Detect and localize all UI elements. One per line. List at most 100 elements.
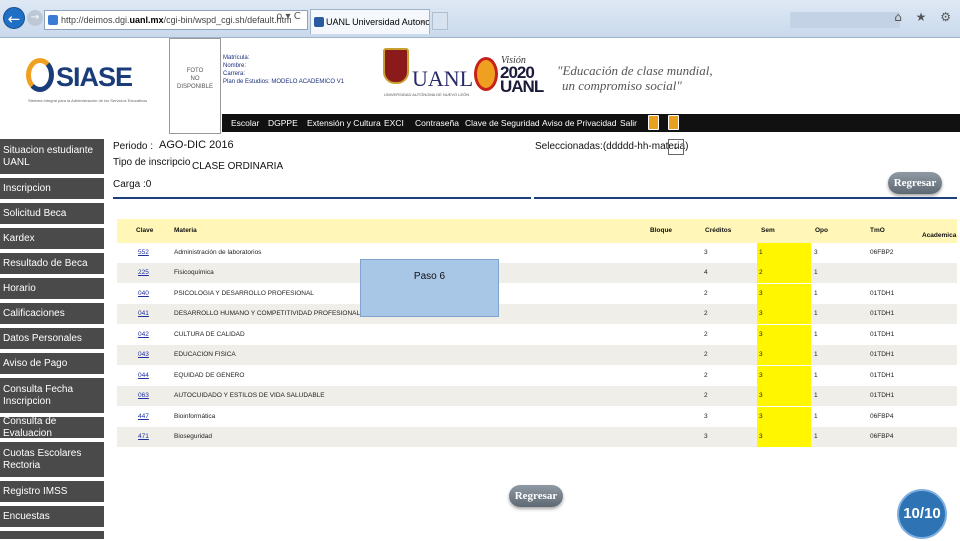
sidebar-item-encuestas[interactable]: Encuestas — [0, 506, 104, 529]
sem-highlight — [757, 304, 811, 324]
sem-highlight — [757, 407, 811, 427]
search-box[interactable] — [790, 12, 900, 28]
tab-favicon-icon — [314, 17, 324, 27]
sidebar-item-aviso-pago[interactable]: Aviso de Pago — [0, 353, 104, 376]
sidebar-item-situacion[interactable]: Situacion estudiante UANL — [0, 139, 104, 176]
clave-link[interactable]: 447 — [138, 413, 149, 420]
tipo-inscripcion-label: Tipo de inscripcio — [113, 157, 191, 168]
clave-link[interactable]: 225 — [138, 269, 149, 276]
sem-cell: 3 — [759, 331, 763, 338]
twitter-icon[interactable] — [668, 115, 679, 130]
back-button[interactable]: ← — [3, 7, 25, 29]
clave-link[interactable]: 040 — [138, 290, 149, 297]
seleccionadas-label: Seleccionadas:(ddddd-hh-materia) — [535, 141, 689, 152]
nav-contrasena[interactable]: Contraseña — [415, 114, 459, 132]
creditos-cell: 2 — [704, 331, 708, 338]
sidebar-item-resultado-beca[interactable]: Resultado de Beca — [0, 253, 104, 276]
clave-link[interactable]: 043 — [138, 351, 149, 358]
nav-clave-seguridad[interactable]: Clave de Seguridad — [465, 114, 540, 132]
regresar-bottom-button[interactable]: Regresar — [509, 485, 563, 507]
nav-aviso-privacidad[interactable]: Aviso de Privacidad — [542, 114, 617, 132]
table-row: 225 Fisicoquímica 4 2 1 — [117, 263, 957, 283]
tab-title: UANL Universidad Autono... — [326, 17, 430, 27]
seleccionadas-select[interactable]: ⌄ — [668, 139, 684, 155]
sidebar-item-datos-personales[interactable]: Datos Personales — [0, 328, 104, 351]
tab-close-icon[interactable]: × — [420, 10, 425, 34]
opo-cell: 1 — [814, 290, 818, 297]
periodo-value: AGO-DIC 2016 — [159, 139, 234, 151]
photo-text-2: NO — [190, 76, 200, 82]
sidebar-item-consulta-fecha[interactable]: Consulta Fecha Inscripcion — [0, 378, 104, 415]
table-row: 040 PSICOLOGIA Y DESARROLLO PROFESIONAL … — [117, 284, 957, 304]
facebook-icon[interactable] — [648, 115, 659, 130]
sidebar-item-registro-imss[interactable]: Registro IMSS — [0, 481, 104, 504]
materia-cell: Bioseguridad — [174, 433, 212, 440]
creditos-cell: 3 — [704, 249, 708, 256]
nav-salir[interactable]: Salir — [620, 114, 637, 132]
browser-tab[interactable]: UANL Universidad Autono... × — [310, 9, 430, 34]
header-creditos: Créditos — [705, 227, 732, 234]
sem-cell: 3 — [759, 351, 763, 358]
sem-cell: 3 — [759, 413, 763, 420]
materia-cell: EDUCACION FISICA — [174, 351, 236, 358]
slogan-line-2: un compromiso social" — [562, 78, 682, 93]
tmo-cell: 01TDH1 — [870, 392, 895, 399]
tipo-inscripcion-value: CLASE ORDINARIA — [192, 161, 284, 172]
sem-highlight — [757, 427, 811, 447]
opo-cell: 1 — [814, 372, 818, 379]
nav-exci[interactable]: EXCI — [384, 114, 404, 132]
clave-link[interactable]: 044 — [138, 372, 149, 379]
sidebar-item-kardex[interactable]: Kardex — [0, 228, 104, 251]
address-tools[interactable]: ρ ▾ C — [276, 11, 301, 22]
sidebar-item-cuotas[interactable]: Cuotas Escolares Rectoria — [0, 442, 104, 479]
sem-highlight — [757, 345, 811, 365]
tmo-cell: 01TDH1 — [870, 351, 895, 358]
table-row: 471 Bioseguridad 3 3 1 06FBP4 — [117, 427, 957, 447]
creditos-cell: 2 — [704, 310, 708, 317]
sem-highlight — [757, 325, 811, 345]
clave-link[interactable]: 042 — [138, 331, 149, 338]
vision-emblem-icon — [474, 57, 498, 91]
clave-link[interactable]: 041 — [138, 310, 149, 317]
opo-cell: 1 — [814, 331, 818, 338]
opo-cell: 3 — [814, 249, 818, 256]
sem-cell: 3 — [759, 433, 763, 440]
clave-link[interactable]: 063 — [138, 392, 149, 399]
header-tmo: TmO — [870, 227, 885, 234]
tmo-cell: 01TDH1 — [870, 290, 895, 297]
materia-cell: CULTURA DE CALIDAD — [174, 331, 245, 338]
sidebar-item-calificaciones[interactable]: Calificaciones — [0, 303, 104, 326]
nav-escolar[interactable]: Escolar — [231, 114, 259, 132]
toolbar-icons[interactable]: ⌂ ★ ⚙ — [894, 10, 956, 24]
sem-cell: 3 — [759, 310, 763, 317]
forward-button[interactable]: → — [27, 10, 43, 26]
new-tab-button[interactable] — [432, 12, 448, 30]
nav-extension-cultura[interactable]: Extensión y Cultura — [307, 114, 381, 132]
carga-label: Carga :0 — [113, 179, 152, 190]
opo-cell: 1 — [814, 310, 818, 317]
regresar-top-button[interactable]: Regresar — [888, 172, 942, 194]
creditos-cell: 2 — [704, 290, 708, 297]
header-materia: Materia — [174, 227, 197, 234]
sem-highlight — [757, 284, 811, 304]
nav-dgppe[interactable]: DGPPE — [268, 114, 298, 132]
sidebar-item-horario[interactable]: Horario — [0, 278, 104, 301]
url-suffix: /cgi-bin/wspd_cgi.sh/default.htm — [163, 15, 292, 25]
sidebar-item-inscripcion[interactable]: Inscripcion — [0, 178, 104, 201]
creditos-cell: 2 — [704, 351, 708, 358]
clave-link[interactable]: 552 — [138, 249, 149, 256]
sidebar-item-solicitud-beca[interactable]: Solicitud Beca — [0, 203, 104, 226]
materia-cell: PSICOLOGIA Y DESARROLLO PROFESIONAL — [174, 290, 314, 297]
tmo-cell: 01TDH1 — [870, 372, 895, 379]
address-bar[interactable]: http://deimos.dgi.uanl.mx/cgi-bin/wspd_c… — [44, 10, 308, 30]
tmo-cell: 01TDH1 — [870, 331, 895, 338]
sidebar-item-consulta-evaluacion[interactable]: Consulta de Evaluacion — [0, 416, 104, 440]
header-sem: Sem — [761, 227, 775, 234]
sem-cell: 3 — [759, 290, 763, 297]
top-nav: Escolar DGPPE Extensión y Cultura EXCI C… — [222, 114, 960, 132]
creditos-cell: 4 — [704, 269, 708, 276]
uanl-shield-icon — [383, 48, 409, 84]
table-row: 041 DESARROLLO HUMANO Y COMPETITIVIDAD P… — [117, 304, 957, 324]
divider-left — [113, 197, 531, 199]
clave-link[interactable]: 471 — [138, 433, 149, 440]
